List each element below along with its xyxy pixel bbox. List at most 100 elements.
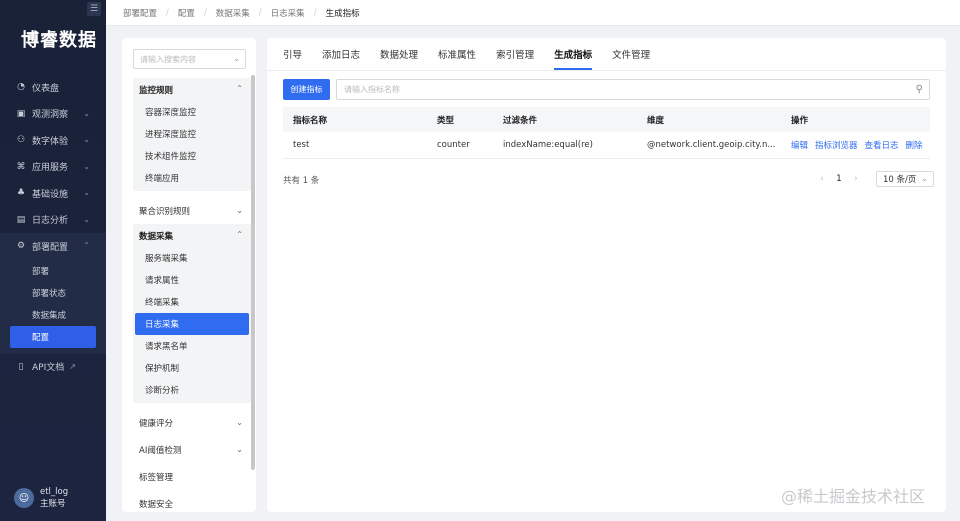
- sidebar-item-label: 应用服务: [32, 163, 69, 174]
- chevron-down-icon: ⌄: [920, 174, 928, 184]
- infra-icon: ♣: [16, 188, 26, 199]
- sidebar-subitem-data-integration[interactable]: 数据集成: [0, 304, 106, 326]
- tab-index-management[interactable]: 索引管理: [496, 38, 534, 70]
- breadcrumb-item[interactable]: 日志采集: [271, 7, 305, 19]
- tab-file-management[interactable]: 文件管理: [612, 38, 650, 70]
- tree-group-title: 数据安全: [139, 499, 174, 510]
- chevron-up-icon: ⌃: [236, 230, 243, 239]
- pagination: ‹ 1 › 10 条/页 ⌄: [814, 171, 934, 187]
- breadcrumb-separator: /: [258, 7, 262, 18]
- tree-item[interactable]: 技术组件监控: [133, 145, 251, 167]
- tree-item[interactable]: 终端应用: [133, 167, 251, 189]
- chevron-down-icon: ⌄: [236, 418, 243, 427]
- tree-group-title: 标签管理: [139, 472, 174, 483]
- metric-search-input[interactable]: 请输入指标名称 ⚲: [336, 79, 930, 100]
- tree-group-title: 监控规则: [139, 85, 174, 96]
- sidebar-subitem-deploy[interactable]: 部署: [0, 260, 106, 282]
- observe-icon: ▣: [16, 108, 26, 119]
- delete-link[interactable]: 删除: [906, 139, 923, 151]
- sidebar-item-api-doc[interactable]: ▯ API文档 ↗: [0, 354, 106, 381]
- breadcrumb-item[interactable]: 数据采集: [216, 7, 250, 19]
- log-icon: ▤: [16, 214, 26, 225]
- app-service-icon: ⌘: [16, 161, 26, 172]
- sidebar: ☰ 博睿数据 ◔ 仪表盘 ▣ 观测洞察 ⌄ ⚇ 数字体验 ⌄ ⌘ 应用服务 ⌄ ♣ 基础设施 ⌄ …: [0, 0, 106, 521]
- chevron-down-icon: ⌄: [83, 214, 90, 224]
- sidebar-item-label: 仪表盘: [32, 83, 60, 94]
- sidebar-item-deploy[interactable]: ⚙ 部署配置 ⌃: [0, 233, 106, 260]
- tree-item[interactable]: 进程深度监控: [133, 123, 251, 145]
- user-role: 主账号: [40, 499, 66, 509]
- metric-browser-link[interactable]: 指标浏览器: [815, 139, 858, 151]
- config-tree-panel: 请输入搜索内容 ⌄ 监控规则 ⌃ 容器深度监控 进程深度监控 技术组件监控 终端应…: [122, 38, 256, 512]
- breadcrumb-item[interactable]: 部署配置: [123, 7, 157, 19]
- breadcrumb-current: 生成指标: [325, 8, 360, 19]
- tree-group-title: 健康评分: [139, 418, 174, 429]
- user-name: etl_log: [40, 487, 69, 497]
- page-size-select[interactable]: 10 条/页 ⌄: [876, 171, 934, 187]
- tab-generate-metrics[interactable]: 生成指标: [554, 38, 593, 70]
- cell-type: counter: [437, 140, 470, 150]
- sidebar-item-label: 数字体验: [32, 136, 69, 147]
- chevron-down-icon: ⌄: [233, 54, 240, 63]
- create-metric-button[interactable]: 创建指标: [283, 79, 330, 100]
- breadcrumb-item[interactable]: 配置: [178, 7, 195, 19]
- tree-group-header[interactable]: 监控规则 ⌃: [133, 78, 251, 101]
- tree-search-select[interactable]: 请输入搜索内容 ⌄: [133, 49, 246, 69]
- main-content: 引导 添加日志 数据处理 标准属性 索引管理 生成指标 文件管理 创建指标 请输…: [267, 38, 946, 512]
- column-header-actions: 操作: [791, 115, 809, 126]
- tree-item-data-security[interactable]: 数据安全: [133, 490, 251, 512]
- cell-dimension: @network.client.geoip.city.n...: [647, 140, 776, 150]
- edit-link[interactable]: 编辑: [791, 139, 808, 151]
- config-tree: 监控规则 ⌃ 容器深度监控 进程深度监控 技术组件监控 终端应用 聚合识别规则 ⌄ …: [133, 78, 251, 512]
- tab-add-log[interactable]: 添加日志: [322, 38, 360, 70]
- sidebar-item-label: 基础设施: [32, 189, 69, 200]
- user-profile[interactable]: ☺ etl_log 主账号: [14, 486, 68, 510]
- tree-group-header[interactable]: 数据采集 ⌃: [133, 224, 251, 247]
- menu-fold-icon[interactable]: ☰: [87, 2, 101, 16]
- tree-item[interactable]: 终端采集: [133, 291, 251, 313]
- sidebar-item-log[interactable]: ▤ 日志分析 ⌄: [0, 207, 106, 234]
- tree-item[interactable]: 请求黑名单: [133, 335, 251, 357]
- tree-item[interactable]: 诊断分析: [133, 379, 251, 401]
- brand-logo: 博睿数据: [21, 30, 97, 51]
- tree-item[interactable]: 容器深度监控: [133, 101, 251, 123]
- prev-page-button[interactable]: ‹: [814, 174, 830, 184]
- tab-standard-attributes[interactable]: 标准属性: [438, 38, 476, 70]
- chevron-down-icon: ⌄: [236, 206, 243, 215]
- chevron-down-icon: ⌄: [83, 108, 90, 118]
- sidebar-item-app-service[interactable]: ⌘ 应用服务 ⌄: [0, 154, 106, 181]
- breadcrumb-separator: /: [166, 7, 169, 18]
- sidebar-subitem-deploy-status[interactable]: 部署状态: [0, 282, 106, 304]
- column-header-type: 类型: [437, 115, 455, 126]
- tree-item-tag-management[interactable]: 标签管理: [133, 463, 251, 490]
- sidebar-item-dashboard[interactable]: ◔ 仪表盘: [0, 74, 106, 101]
- next-page-button[interactable]: ›: [848, 174, 864, 184]
- tree-item-active[interactable]: 日志采集: [135, 313, 249, 335]
- sidebar-item-experience[interactable]: ⚇ 数字体验 ⌄: [0, 127, 106, 154]
- breadcrumb-separator: /: [313, 7, 317, 18]
- view-logs-link[interactable]: 查看日志: [865, 139, 899, 151]
- chevron-down-icon: ⌄: [83, 135, 90, 144]
- tab-guide[interactable]: 引导: [283, 38, 302, 70]
- sidebar-item-label: 日志分析: [32, 216, 69, 227]
- tab-bar: 引导 添加日志 数据处理 标准属性 索引管理 生成指标 文件管理: [283, 38, 670, 70]
- tab-data-processing[interactable]: 数据处理: [380, 38, 418, 70]
- tree-group-ai-threshold[interactable]: AI阈值检测 ⌄: [133, 436, 251, 463]
- sidebar-item-infra[interactable]: ♣ 基础设施 ⌄: [0, 180, 106, 207]
- chevron-down-icon: ⌄: [236, 445, 243, 454]
- sidebar-item-observe[interactable]: ▣ 观测洞察 ⌄: [0, 101, 106, 128]
- cell-metric-name: test: [293, 140, 310, 150]
- tree-item[interactable]: 请求属性: [133, 269, 251, 291]
- search-icon[interactable]: ⚲: [916, 84, 923, 95]
- page-number[interactable]: 1: [830, 174, 848, 184]
- panel-scrollbar[interactable]: [251, 75, 255, 470]
- tree-group-title: 聚合识别规则: [139, 206, 191, 217]
- tree-group-health-score[interactable]: 健康评分 ⌄: [133, 409, 251, 436]
- avatar: ☺: [14, 488, 34, 508]
- tree-group-aggregation[interactable]: 聚合识别规则 ⌄: [133, 197, 251, 224]
- tree-item[interactable]: 保护机制: [133, 357, 251, 379]
- tree-group-data-collection: 数据采集 ⌃ 服务端采集 请求属性 终端采集 日志采集 请求黑名单 保护机制 诊断…: [133, 224, 251, 403]
- chevron-up-icon: ⌃: [236, 84, 243, 93]
- tree-item[interactable]: 服务端采集: [133, 247, 251, 269]
- sidebar-subitem-config[interactable]: 配置: [10, 325, 96, 348]
